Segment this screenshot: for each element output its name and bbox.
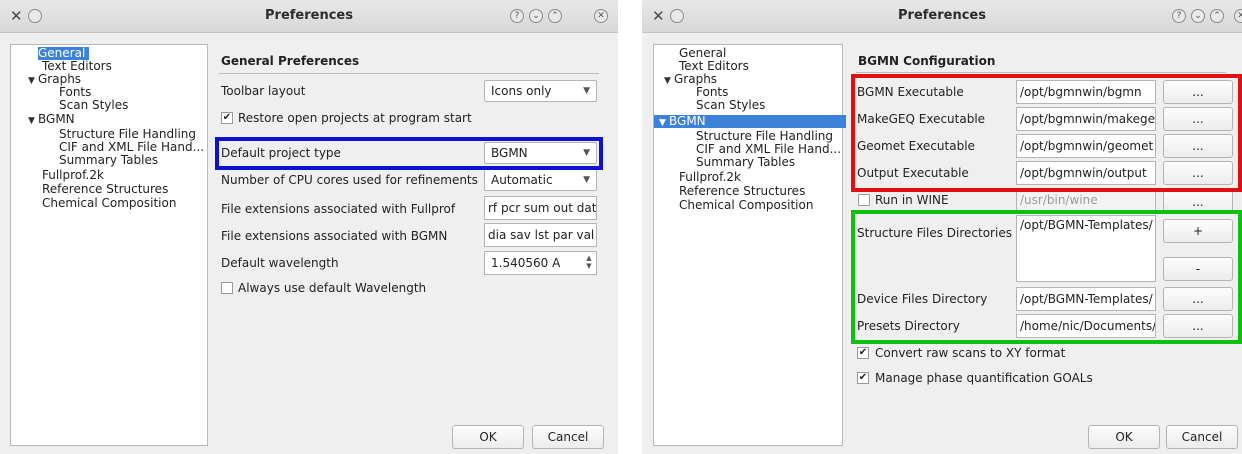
bgmn-executable-browse-button[interactable]: ... [1163,80,1233,104]
convert-scans-checkbox[interactable]: ✔ [857,347,869,359]
remove-directory-button[interactable]: - [1163,257,1233,281]
minimize-icon[interactable]: ⌄ [529,9,543,23]
wine-path-input: /usr/bin/wine [1016,188,1156,212]
fullprof-extensions-label: File extensions associated with Fullprof [221,202,456,216]
restore-projects-label: Restore open projects at program start [238,111,472,125]
chevron-down-icon: ▼ [583,148,590,158]
cpu-cores-label: Number of CPU cores used for refinements [221,173,478,187]
presets-directory-label: Presets Directory [857,319,960,333]
tree-item-bgmn[interactable]: ▼ BGMN [28,113,79,128]
expand-arrow-icon[interactable]: ▼ [28,115,38,128]
output-executable-input[interactable]: /opt/bgmnwin/output [1016,161,1156,185]
section-heading: General Preferences [221,54,360,68]
structure-files-directories-label: Structure Files Directories [857,226,1012,240]
close-icon[interactable]: ✕ [1234,9,1242,23]
always-default-wavelength-label: Always use default Wavelength [238,281,427,295]
tree-item-summary-tables[interactable]: Summary Tables [59,154,162,167]
section-heading: BGMN Configuration [858,54,996,68]
geomet-executable-label: Geomet Executable [857,139,975,153]
device-files-directory-input[interactable]: /opt/BGMN-Templates/ [1016,287,1156,311]
wine-path-browse-button[interactable]: ... [1163,190,1233,214]
tree-item-reference-structures[interactable]: Reference Structures [679,185,809,198]
expand-arrow-icon[interactable]: ▼ [664,75,674,88]
fullprof-extensions-input[interactable]: rf pcr sum out dat [484,196,597,220]
minimize-icon[interactable]: ⌄ [1191,9,1205,23]
close-icon[interactable]: ✕ [594,9,608,23]
ok-button[interactable]: OK [452,425,524,449]
help-icon[interactable]: ? [510,9,524,23]
geomet-executable-input[interactable]: /opt/bgmnwin/geomet [1016,134,1156,158]
makegeq-executable-label: MakeGEQ Executable [857,112,986,126]
bgmn-executable-input[interactable]: /opt/bgmnwin/bgmn [1016,80,1156,104]
tree-item-reference-structures[interactable]: Reference Structures [42,183,172,196]
device-files-browse-button[interactable]: ... [1163,287,1233,311]
always-default-wavelength-checkbox[interactable] [221,282,233,294]
output-executable-browse-button[interactable]: ... [1163,161,1233,185]
makegeq-executable-browse-button[interactable]: ... [1163,107,1233,131]
toolbar-layout-label: Toolbar layout [221,84,306,98]
tree-item-scan-styles[interactable]: Scan Styles [59,99,132,112]
category-tree[interactable]: General Text Editors ▼ Graphs Fonts Scan … [10,44,208,446]
heading-divider [219,73,599,74]
default-wavelength-label: Default wavelength [221,256,339,270]
cancel-button[interactable]: Cancel [1166,425,1238,449]
expand-arrow-icon[interactable]: ▼ [659,117,669,130]
preferences-window-general: ✕ Preferences ? ⌄ ⌃ ✕ General Text Edito… [0,0,618,454]
bgmn-extensions-label: File extensions associated with BGMN [221,229,448,243]
restore-projects-checkbox[interactable]: ✔ [221,112,233,124]
convert-scans-label: Convert raw scans to XY format [875,346,1066,360]
presets-directory-input[interactable]: /home/nic/Documents/ [1016,314,1156,338]
tree-item-fullprof[interactable]: Fullprof.2k [679,171,745,184]
window-title: Preferences [265,8,353,23]
cpu-cores-select[interactable]: Automatic ▼ [484,169,597,191]
tree-item-chemical-composition[interactable]: Chemical Composition [679,199,817,212]
structure-files-directories-list[interactable]: /opt/BGMN-Templates/ [1016,215,1156,282]
bgmn-executable-label: BGMN Executable [857,85,964,99]
run-in-wine-label: Run in WINE [875,193,949,207]
add-directory-button[interactable]: + [1163,219,1233,243]
window-title: Preferences [898,8,986,23]
geomet-executable-browse-button[interactable]: ... [1163,134,1233,158]
tree-item-summary-tables[interactable]: Summary Tables [696,156,799,169]
manage-goals-label: Manage phase quantification GOALs [875,371,1093,385]
output-executable-label: Output Executable [857,166,969,180]
cancel-button[interactable]: Cancel [532,425,604,449]
help-icon[interactable]: ? [1172,9,1186,23]
presets-browse-button[interactable]: ... [1163,314,1233,338]
preferences-window-bgmn: ✕ Preferences ? ⌄ ⌃ ✕ General Text Edito… [642,0,1242,454]
heading-divider [856,72,1226,73]
device-files-directory-label: Device Files Directory [857,292,988,306]
maximize-icon[interactable]: ⌃ [1210,9,1224,23]
category-tree[interactable]: General Text Editors ▼ Graphs Fonts Scan … [653,44,846,446]
run-in-wine-checkbox[interactable] [858,194,870,206]
chevron-down-icon: ▼ [583,86,590,96]
default-wavelength-spinbox[interactable]: 1.540560 A ▲ ▼ [484,251,597,275]
tree-item-scan-styles[interactable]: Scan Styles [696,99,769,112]
default-project-type-label: Default project type [221,146,341,160]
bgmn-extensions-input[interactable]: dia sav lst par val [484,223,597,247]
manage-goals-checkbox[interactable]: ✔ [857,372,869,384]
expand-arrow-icon[interactable]: ▼ [28,75,38,88]
tree-item-chemical-composition[interactable]: Chemical Composition [42,197,180,210]
tree-item-fullprof[interactable]: Fullprof.2k [42,169,108,182]
toolbar-layout-select[interactable]: Icons only ▼ [484,80,597,102]
title-bar[interactable]: ✕ Preferences ? ⌄ ⌃ ✕ [642,0,1242,33]
chevron-down-icon: ▼ [583,175,590,185]
spin-arrows-icon[interactable]: ▲ ▼ [584,254,594,270]
default-project-type-select[interactable]: BGMN ▼ [484,142,597,164]
ok-button[interactable]: OK [1088,425,1160,449]
title-bar[interactable]: ✕ Preferences ? ⌄ ⌃ ✕ [0,0,618,33]
maximize-icon[interactable]: ⌃ [548,9,562,23]
makegeq-executable-input[interactable]: /opt/bgmnwin/makege [1016,107,1156,131]
tree-item-bgmn[interactable]: ▼ BGMN [654,115,846,128]
